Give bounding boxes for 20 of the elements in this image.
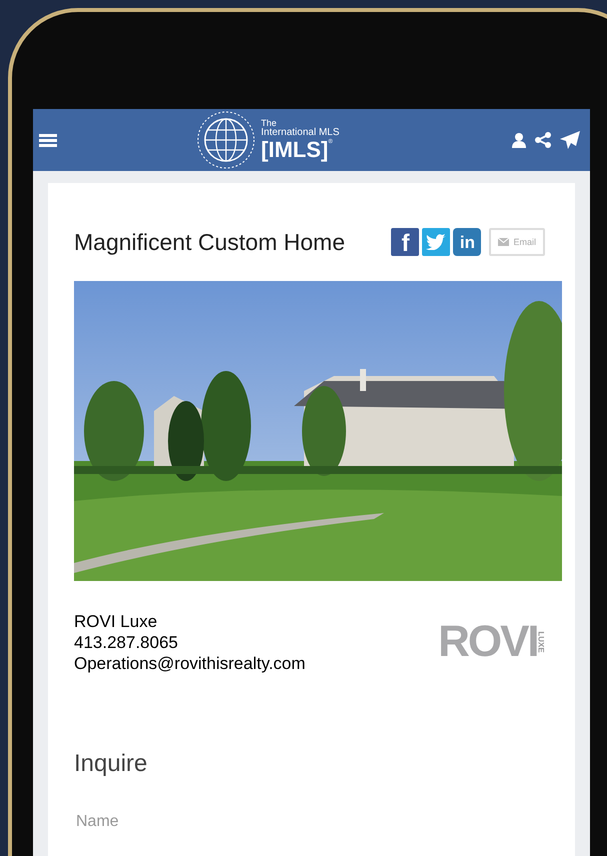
menu-icon[interactable] [39, 132, 57, 148]
listing-title: Magnificent Custom Home [74, 228, 345, 257]
agency-logo-text: LUXE [536, 631, 546, 653]
logo-wordmark: [IMLS] [261, 139, 328, 161]
email-button[interactable]: Email [489, 228, 545, 256]
agent-phone: 413.287.8065 [74, 632, 179, 652]
user-icon[interactable] [512, 132, 526, 148]
section-heading: Inquire [74, 748, 148, 778]
globe-icon [195, 110, 257, 170]
logo-text: The [261, 119, 277, 128]
agent-email: Operations@rovithisrealty.com [74, 652, 306, 674]
logo-text: International MLS [261, 128, 340, 138]
envelope-icon [498, 238, 510, 246]
share-icon[interactable] [535, 132, 551, 148]
agent-name: ROVI Luxe [74, 610, 158, 632]
agency-logo-text: ROVI [438, 620, 538, 664]
send-icon[interactable] [560, 131, 580, 149]
twitter-button[interactable] [422, 228, 450, 256]
facebook-button[interactable]: f [391, 228, 420, 256]
linkedin-button[interactable]: in [453, 228, 482, 256]
